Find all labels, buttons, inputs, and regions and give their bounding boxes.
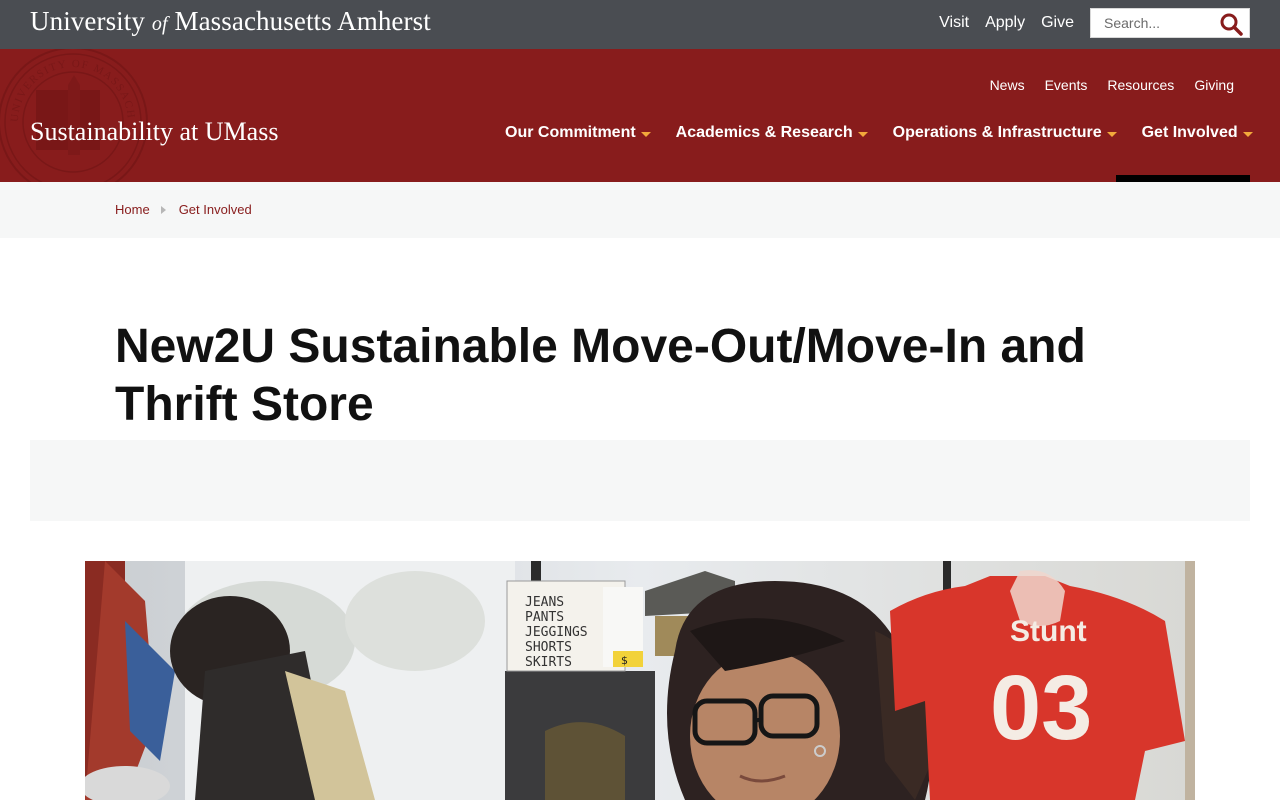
utility-nav-events[interactable]: Events [1045,77,1088,93]
nav-label: Academics & Research [675,124,853,141]
utility-nav: News Events Resources Giving [990,77,1234,93]
breadcrumb-bar: Home Get Involved [0,182,1280,238]
site-header: UNIVERSITY OF MASSACHUSETTS AMHERST Sust… [0,49,1280,182]
main-nav: Our Commitment Academics & Research Oper… [505,124,1253,142]
nav-label: Our Commitment [505,124,636,141]
utility-nav-news[interactable]: News [990,77,1025,93]
jersey-number: 03 [990,657,1092,759]
sign-line-5: SKIRTS [525,655,572,670]
nav-academics-research[interactable]: Academics & Research [676,124,868,142]
breadcrumb-separator-icon [160,205,166,214]
wordmark-part1: University [30,6,145,36]
active-nav-indicator [1116,175,1250,182]
umass-amherst-wordmark[interactable]: University of Massachusetts Amherst [30,6,431,37]
search-button[interactable] [1219,12,1243,36]
caret-down-icon [857,131,868,137]
wordmark-of: of [151,13,168,35]
sign-line-4: SHORTS [525,640,572,655]
nav-get-involved[interactable]: Get Involved [1142,124,1253,142]
global-topbar: University of Massachusetts Amherst Visi… [0,0,1280,49]
breadcrumb-get-involved[interactable]: Get Involved [179,202,252,217]
nav-label: Get Involved [1141,124,1238,141]
breadcrumb: Home Get Involved [115,202,252,217]
visit-link[interactable]: Visit [939,14,969,32]
page-title: New2U Sustainable Move-Out/Move-In and T… [115,320,1086,431]
thrift-store-photo: JEANS PANTS JEGGINGS SHORTS SKIRTS $ Stu… [85,561,1195,800]
nav-our-commitment[interactable]: Our Commitment [505,124,651,142]
caret-down-icon [640,131,651,137]
caret-down-icon [1106,131,1117,137]
sign-line-2: PANTS [525,610,564,625]
give-link[interactable]: Give [1041,14,1074,32]
search-icon [1220,13,1243,36]
sign-line-3: JEGGINGS [525,625,588,640]
nav-label: Operations & Infrastructure [892,124,1102,141]
site-title[interactable]: Sustainability at UMass [30,117,278,147]
hero-photo: JEANS PANTS JEGGINGS SHORTS SKIRTS $ Stu… [85,561,1195,800]
utility-nav-giving[interactable]: Giving [1194,77,1234,93]
intro-panel [30,440,1250,521]
utility-nav-resources[interactable]: Resources [1107,77,1174,93]
search-box [1090,8,1250,38]
top-links: Visit Apply Give [939,14,1074,32]
jersey-word: Stunt [1010,615,1087,648]
caret-down-icon [1242,131,1253,137]
umass-seal-watermark: UNIVERSITY OF MASSACHUSETTS AMHERST [0,49,148,182]
sign-line-1: JEANS [525,595,564,610]
breadcrumb-home[interactable]: Home [115,202,150,217]
nav-operations-infrastructure[interactable]: Operations & Infrastructure [893,124,1117,142]
search-input[interactable] [1091,9,1215,37]
price-tag-text: $ [621,654,628,667]
wordmark-part2: Massachusetts Amherst [174,6,431,36]
apply-link[interactable]: Apply [985,14,1025,32]
